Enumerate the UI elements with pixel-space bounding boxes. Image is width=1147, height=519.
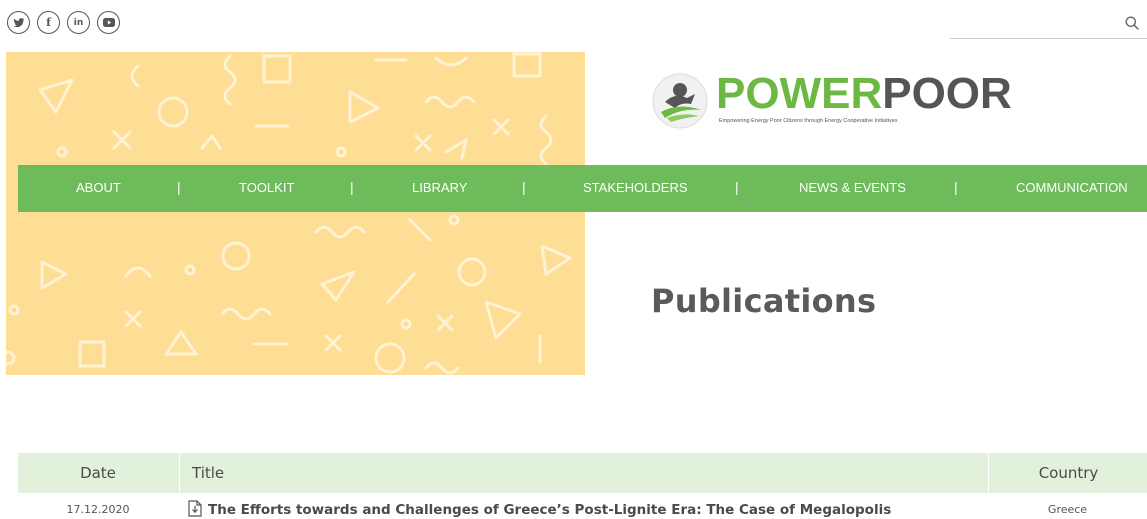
row-title-cell[interactable]: The Efforts towards and Challenges of Gr… [188,493,978,519]
search-input[interactable] [950,12,1128,36]
download-document-icon[interactable] [188,496,202,519]
row-country: Greece [1047,503,1088,516]
facebook-glyph: f [46,16,51,29]
main-nav: ABOUT | TOOLKIT | LIBRARY | STAKEHOLDERS… [18,165,1147,212]
linkedin-icon[interactable]: in [67,11,90,34]
row-title[interactable]: The Efforts towards and Challenges of Gr… [208,502,891,518]
search-icon[interactable] [1125,15,1139,34]
banner-pattern [6,52,572,375]
logo-wordmark: POWERPOOR [716,70,1012,118]
nav-item-toolkit[interactable]: TOOLKIT [239,180,294,195]
column-header-title[interactable]: Title [179,453,988,493]
nav-separator: | [735,179,739,195]
nav-item-news-events[interactable]: NEWS & EVENTS [799,180,906,195]
column-header-date[interactable]: Date [18,453,178,493]
table-row[interactable]: 17.12.2020 The Efforts towards and Chall… [18,493,1147,519]
nav-item-library[interactable]: LIBRARY [412,180,467,195]
column-header-country[interactable]: Country [988,453,1147,493]
nav-item-stakeholders[interactable]: STAKEHOLDERS [583,180,688,195]
nav-item-about[interactable]: ABOUT [76,180,121,195]
row-date: 17.12.2020 [66,503,130,516]
table-header-row: Date Title Country [18,453,1147,493]
twitter-icon[interactable] [7,11,30,34]
nav-separator: | [177,179,181,195]
logo-tagline: Empowering Energy Poor Citizens through … [719,118,898,124]
search-box [950,12,1147,39]
publications-table: Date Title Country 17.12.2020 The Effort… [18,453,1147,519]
youtube-icon[interactable] [97,11,120,34]
social-links: f in [7,11,120,34]
page-title: Publications [651,282,877,320]
logo-word-poor: POOR [882,69,1012,118]
decorative-banner [6,52,585,375]
linkedin-glyph: in [73,17,84,28]
logo-mark-icon [652,73,708,129]
nav-separator: | [522,179,526,195]
logo-word-power: POWER [716,69,883,118]
nav-separator: | [350,179,354,195]
nav-item-communication[interactable]: COMMUNICATION [1016,180,1128,195]
facebook-icon[interactable]: f [37,11,60,34]
site-logo[interactable]: POWERPOOR Empowering Energy Poor Citizen… [651,70,1012,132]
nav-separator: | [954,179,958,195]
page: f in POWERPOOR Empowering Energy Poor Ci… [0,0,1147,519]
